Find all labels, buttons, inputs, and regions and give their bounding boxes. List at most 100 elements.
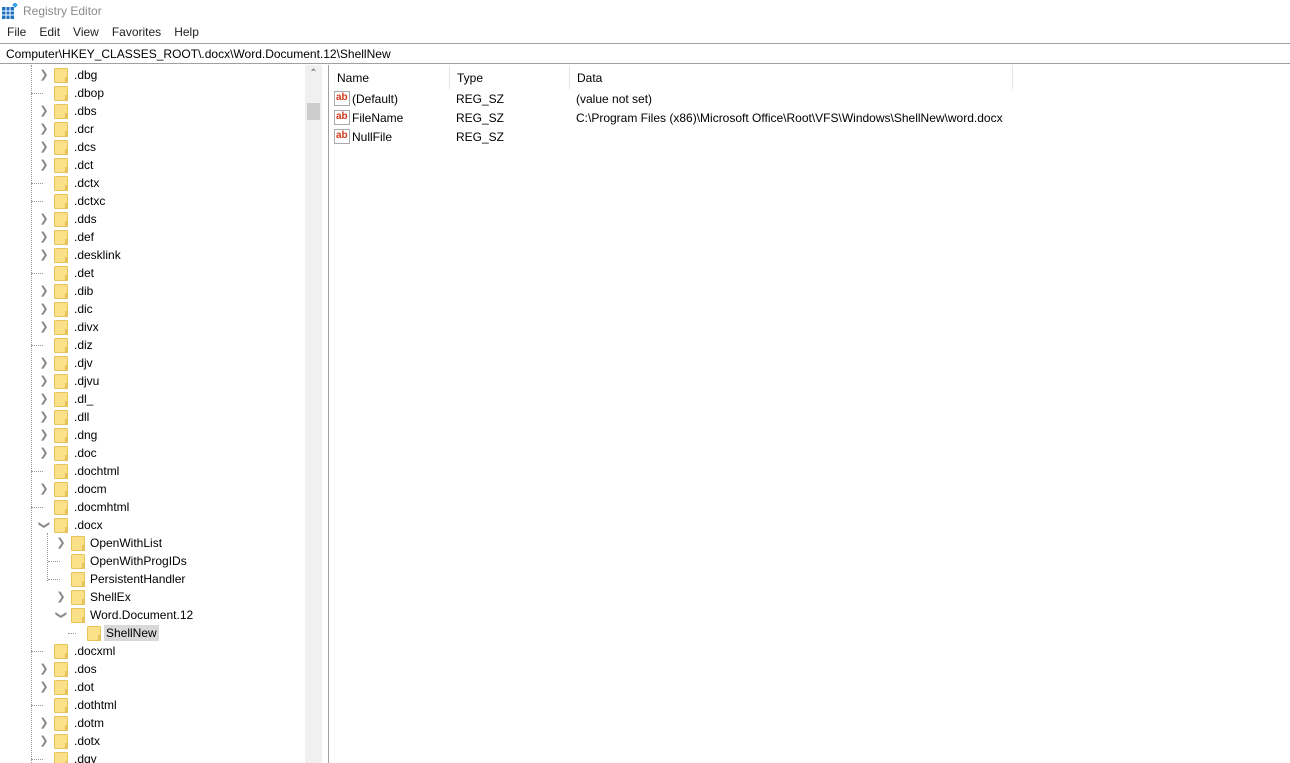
column-header-data[interactable]: Data: [569, 65, 1013, 89]
folder-icon: [54, 500, 68, 515]
tree-item[interactable]: ❯ .dl_: [0, 390, 305, 408]
chevron-right-icon[interactable]: ❯: [56, 534, 66, 552]
folder-icon: [54, 482, 68, 497]
chevron-right-icon[interactable]: ❯: [39, 660, 49, 678]
tree-item[interactable]: ❯ .divx: [0, 318, 305, 336]
chevron-right-icon[interactable]: ❯: [39, 156, 49, 174]
menu-view[interactable]: View: [66, 23, 105, 42]
chevron-right-icon[interactable]: ❯: [39, 390, 49, 408]
column-header-type[interactable]: Type: [449, 65, 570, 89]
tree-item[interactable]: ❯ .djv: [0, 354, 305, 372]
value-row[interactable]: ab (Default) REG_SZ (value not set): [329, 90, 1229, 109]
tree-item[interactable]: ❯ .dbs: [0, 102, 305, 120]
tree-item[interactable]: ❯ .dos: [0, 660, 305, 678]
folder-icon: [54, 86, 68, 101]
tree-item[interactable]: .docxml: [0, 642, 305, 660]
chevron-right-icon[interactable]: ❯: [39, 426, 49, 444]
menu-favorites[interactable]: Favorites: [105, 23, 167, 42]
tree-connector: [31, 705, 43, 706]
folder-icon: [54, 140, 68, 155]
tree-item[interactable]: .det: [0, 264, 305, 282]
tree-item[interactable]: .dochtml: [0, 462, 305, 480]
tree-item[interactable]: ❯ .docx: [0, 516, 305, 534]
tree-item-label: Word.Document.12: [90, 608, 194, 622]
chevron-right-icon[interactable]: ❯: [39, 354, 49, 372]
chevron-right-icon[interactable]: ❯: [39, 480, 49, 498]
menu-edit[interactable]: Edit: [32, 23, 66, 42]
tree-item[interactable]: ShellNew: [0, 624, 305, 642]
tree-item[interactable]: ❯ .desklink: [0, 246, 305, 264]
folder-icon: [54, 518, 68, 533]
chevron-down-icon[interactable]: ❯: [35, 520, 53, 530]
tree-item[interactable]: PersistentHandler: [0, 570, 305, 588]
tree-item[interactable]: ❯ .dotm: [0, 714, 305, 732]
chevron-right-icon[interactable]: ❯: [39, 210, 49, 228]
tree-item[interactable]: OpenWithProgIDs: [0, 552, 305, 570]
tree-item[interactable]: ❯ .dct: [0, 156, 305, 174]
tree-item[interactable]: ❯ Word.Document.12: [0, 606, 305, 624]
tree-item[interactable]: ❯ ShellEx: [0, 588, 305, 606]
tree-item[interactable]: ❯ .dotx: [0, 732, 305, 750]
folder-icon: [87, 626, 101, 641]
tree-item-label: .divx: [74, 320, 99, 334]
tree-connector: [31, 93, 43, 94]
chevron-right-icon[interactable]: ❯: [39, 300, 49, 318]
chevron-right-icon[interactable]: ❯: [39, 372, 49, 390]
tree-item[interactable]: .dbop: [0, 84, 305, 102]
folder-icon: [54, 428, 68, 443]
chevron-right-icon[interactable]: ❯: [39, 444, 49, 462]
tree-item[interactable]: ❯ .dib: [0, 282, 305, 300]
tree-connector: [31, 471, 43, 472]
chevron-right-icon[interactable]: ❯: [39, 714, 49, 732]
tree-item[interactable]: .dctxc: [0, 192, 305, 210]
chevron-right-icon[interactable]: ❯: [39, 282, 49, 300]
tree-item-label: .dbg: [74, 68, 98, 82]
tree-item[interactable]: ❯ .dcr: [0, 120, 305, 138]
folder-icon: [54, 662, 68, 677]
chevron-right-icon[interactable]: ❯: [39, 318, 49, 336]
chevron-right-icon[interactable]: ❯: [39, 138, 49, 156]
chevron-right-icon[interactable]: ❯: [39, 228, 49, 246]
column-header-name[interactable]: Name: [329, 65, 450, 89]
tree-item[interactable]: ❯ .doc: [0, 444, 305, 462]
tree-item[interactable]: ❯ .dcs: [0, 138, 305, 156]
tree-item-label: ShellEx: [90, 590, 131, 604]
tree-item[interactable]: ❯ .docm: [0, 480, 305, 498]
chevron-right-icon[interactable]: ❯: [39, 732, 49, 750]
tree-item[interactable]: .diz: [0, 336, 305, 354]
chevron-right-icon[interactable]: ❯: [39, 246, 49, 264]
chevron-right-icon[interactable]: ❯: [39, 408, 49, 426]
tree-item[interactable]: ❯ .dot: [0, 678, 305, 696]
menu-file[interactable]: File: [0, 23, 32, 42]
tree-item-label: .dll: [74, 410, 90, 424]
tree-item[interactable]: ❯ .dbg: [0, 66, 305, 84]
value-row[interactable]: ab NullFile REG_SZ: [329, 128, 1229, 147]
tree-item[interactable]: ❯ .djvu: [0, 372, 305, 390]
value-row[interactable]: ab FileName REG_SZ C:\Program Files (x86…: [329, 109, 1229, 128]
tree-item[interactable]: .dctx: [0, 174, 305, 192]
chevron-right-icon[interactable]: ❯: [39, 678, 49, 696]
tree-item[interactable]: ❯ .dds: [0, 210, 305, 228]
chevron-right-icon[interactable]: ❯: [39, 66, 49, 84]
tree-connector: [31, 273, 43, 274]
chevron-down-icon[interactable]: ❯: [52, 610, 70, 620]
title-bar: Registry Editor: [0, 0, 1290, 22]
chevron-right-icon[interactable]: ❯: [39, 102, 49, 120]
tree-item[interactable]: .dothtml: [0, 696, 305, 714]
tree-item-label: ShellNew: [104, 625, 159, 641]
address-bar[interactable]: Computer\HKEY_CLASSES_ROOT\.docx\Word.Do…: [0, 43, 1290, 64]
chevron-right-icon[interactable]: ❯: [56, 588, 66, 606]
tree-item[interactable]: ❯ .dll: [0, 408, 305, 426]
tree-item[interactable]: .dqy: [0, 750, 305, 763]
scroll-thumb[interactable]: [307, 103, 320, 120]
folder-icon: [71, 608, 85, 623]
tree-item[interactable]: ❯ .def: [0, 228, 305, 246]
tree-item[interactable]: .docmhtml: [0, 498, 305, 516]
tree-item[interactable]: ❯ OpenWithList: [0, 534, 305, 552]
menu-help[interactable]: Help: [167, 23, 205, 42]
tree-scrollbar[interactable]: ⌃: [305, 65, 322, 763]
scroll-up-icon[interactable]: ⌃: [305, 65, 322, 82]
tree-item[interactable]: ❯ .dic: [0, 300, 305, 318]
tree-item[interactable]: ❯ .dng: [0, 426, 305, 444]
chevron-right-icon[interactable]: ❯: [39, 120, 49, 138]
